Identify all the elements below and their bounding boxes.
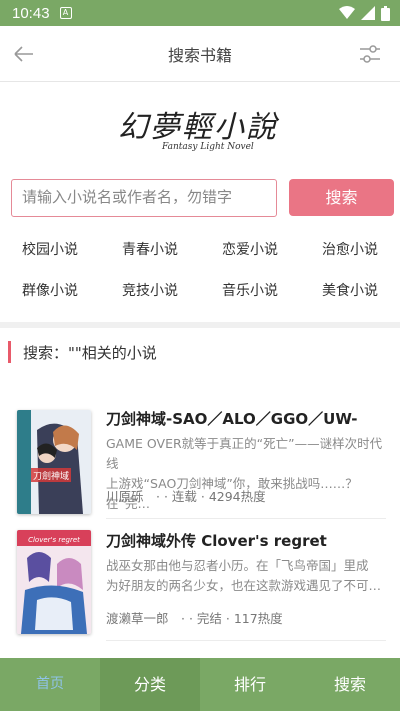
status-icons	[339, 5, 390, 21]
category-music[interactable]: 音乐小说	[222, 280, 278, 300]
results-section: 搜索：""相关的小说 刀劍神域 刀剑神域-SAO／ALO／GGO／UW- GAM…	[0, 328, 400, 658]
book-desc-line: 战巫女那由他与忍者小历。在「飞鸟帝国」里成	[106, 558, 369, 573]
book-cover-image: 刀劍神域	[17, 410, 91, 514]
status-time: 10:43	[12, 4, 50, 22]
back-arrow-icon[interactable]	[12, 42, 36, 66]
logo-text: 幻夢輕小說	[118, 110, 278, 145]
book-cover-title: Clover's regret	[28, 536, 80, 544]
page-title: 搜索书籍	[167, 45, 232, 65]
book-separator	[106, 518, 386, 519]
signal-icon	[361, 6, 375, 20]
book-cover[interactable]: Clover's regret	[17, 530, 91, 634]
book-cover[interactable]: 刀劍神域	[17, 410, 91, 514]
category-healing[interactable]: 治愈小说	[322, 239, 378, 259]
category-romance[interactable]: 恋爱小说	[222, 239, 278, 259]
book-desc-line: 为好朋友的两名少女，也在这款游戏遇见了不可…	[106, 578, 382, 593]
tab-home[interactable]: 首页	[0, 658, 100, 711]
book-cover-title: 刀劍神域	[33, 470, 69, 482]
category-youth[interactable]: 青春小说	[122, 239, 178, 259]
tab-search[interactable]: 搜索	[300, 658, 400, 711]
app-logo: 幻夢輕小說 Fantasy Light Novel	[118, 102, 288, 162]
book-description: 战巫女那由他与忍者小历。在「飞鸟帝国」里成 为好朋友的两名少女，也在这款游戏遇见…	[106, 556, 388, 596]
book-meta: 渡濑草一郎 · · 完结 · 117热度	[106, 611, 283, 626]
book-item[interactable]: Clover's regret 刀剑神域外传 Clover's regret 战…	[0, 528, 400, 648]
search-input[interactable]: 请输入小说名或作者名，勿错字	[11, 179, 277, 217]
filter-settings-icon[interactable]	[358, 42, 382, 66]
tab-category[interactable]: 分类	[100, 658, 200, 711]
heading-accent-bar	[8, 341, 11, 363]
category-ensemble[interactable]: 群像小说	[22, 280, 78, 300]
bottom-tab-bar: 首页 分类 排行 搜索	[0, 658, 400, 711]
results-heading: 搜索：""相关的小说	[8, 340, 157, 364]
top-bar: 搜索书籍	[0, 26, 400, 82]
category-campus[interactable]: 校园小说	[22, 239, 78, 259]
book-meta: 川原砾 · · 连载 · 4294热度	[106, 489, 266, 504]
status-bar: 10:43 A	[0, 0, 400, 26]
book-desc-line: GAME OVER就等于真正的“死亡”——谜样次时代线	[106, 436, 383, 471]
battery-icon	[381, 5, 390, 21]
book-item[interactable]: 刀劍神域 刀剑神域-SAO／ALO／GGO／UW- GAME OVER就等于真正…	[0, 406, 400, 526]
search-panel: 幻夢輕小說 Fantasy Light Novel 请输入小说名或作者名，勿错字…	[0, 82, 400, 322]
logo-subtitle: Fantasy Light Novel	[162, 142, 254, 152]
tab-ranking[interactable]: 排行	[200, 658, 300, 711]
results-heading-text: 搜索：""相关的小说	[23, 343, 157, 362]
category-food[interactable]: 美食小说	[322, 280, 378, 300]
wifi-icon	[339, 6, 355, 19]
category-sports[interactable]: 竞技小说	[122, 280, 178, 300]
book-title[interactable]: 刀剑神域外传 Clover's regret	[106, 530, 392, 551]
search-button[interactable]: 搜索	[289, 179, 394, 216]
book-title[interactable]: 刀剑神域-SAO／ALO／GGO／UW-	[106, 408, 392, 429]
book-cover-image: Clover's regret	[17, 530, 91, 634]
notification-icon: A	[59, 7, 72, 19]
book-separator	[106, 640, 386, 641]
